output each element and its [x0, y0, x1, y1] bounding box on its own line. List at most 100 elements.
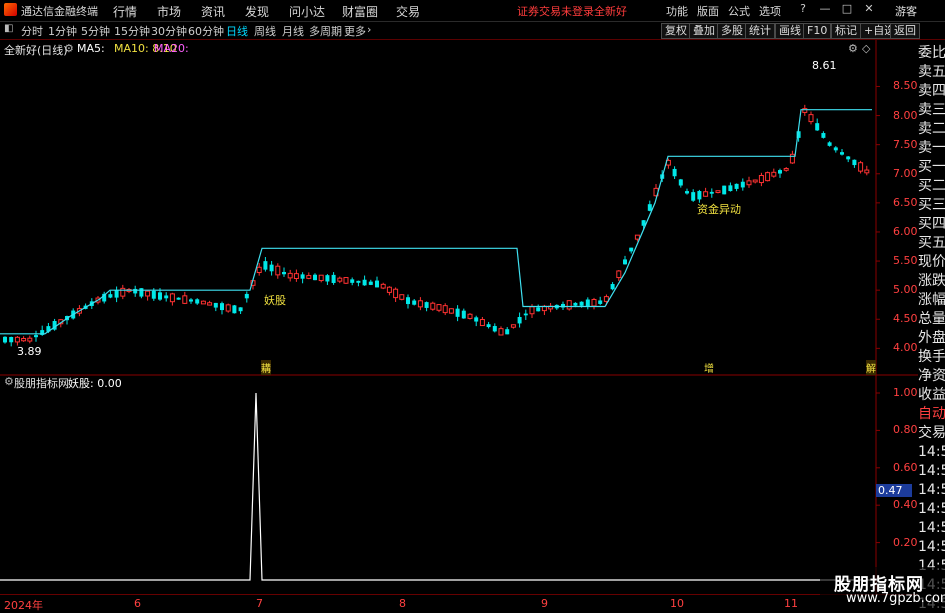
y-tick-main: 4.00: [893, 341, 918, 355]
current-value-badge: 0.47: [876, 484, 912, 497]
y-tick-main: 5.00: [893, 283, 918, 297]
chart-title: 全新好(日线): [4, 44, 68, 57]
maximize-icon[interactable]: □: [840, 2, 854, 16]
marker-jie[interactable]: 解: [866, 360, 876, 375]
quote-field-1: 卖五: [918, 64, 945, 80]
back-button[interactable]: 返回: [890, 23, 920, 39]
period-1min[interactable]: 1分钟: [48, 23, 77, 39]
period-5min[interactable]: 5分钟: [81, 23, 110, 39]
biaoji-button[interactable]: 标记: [831, 23, 861, 39]
app-name: 通达信金融终端: [21, 5, 98, 18]
menu-shichang[interactable]: 市场: [157, 3, 181, 20]
indicator-title: 股朋指标网: [14, 377, 69, 390]
quote-field-25: 14:56: [918, 520, 945, 536]
quote-field-23: 14:56: [918, 482, 945, 498]
yaogu-indicator-line: [0, 392, 876, 581]
sub-grid: [876, 392, 880, 544]
low-price-label: 3.89: [17, 345, 42, 358]
duogu-button[interactable]: 多股: [717, 23, 747, 39]
menu-banmian[interactable]: 版面: [697, 3, 719, 19]
chart-settings-icon[interactable]: ⚙: [848, 42, 858, 55]
main-grid: [876, 85, 880, 349]
quote-field-19[interactable]: 自动: [918, 405, 945, 423]
title-bar: 通达信金融终端 行情 市场 资讯 发现 问小达 财富圈 交易 证券交易未登录 全…: [0, 0, 945, 22]
period-weekly[interactable]: 周线: [254, 23, 276, 39]
app-logo-icon: [4, 3, 17, 16]
quote-field-5: 卖一: [918, 140, 945, 156]
fuquan-button[interactable]: 复权: [661, 23, 691, 39]
quote-field-16: 换手: [918, 349, 945, 365]
minimize-icon[interactable]: —: [818, 2, 832, 16]
kline-svg[interactable]: [0, 40, 918, 376]
f10-button[interactable]: F10: [803, 23, 832, 39]
menu-jiaoyi[interactable]: 交易: [396, 3, 420, 20]
quote-field-7: 买二: [918, 178, 945, 194]
y-tick-sub: 0.60: [893, 460, 918, 474]
ma20-label: MA20:: [154, 42, 189, 55]
menu-caifuquan[interactable]: 财富圈: [342, 3, 378, 20]
period-more[interactable]: 更多: [344, 23, 366, 39]
indicator-gear-icon[interactable]: ⚙: [4, 375, 14, 388]
quote-field-24: 14:56: [918, 501, 945, 517]
candlesticks[interactable]: [3, 104, 870, 347]
y-tick-main: 7.00: [893, 166, 918, 180]
indicator-chart[interactable]: ⚙ 股朋指标网 妖股: 0.00 0.47 1.00 0.80 0.60 0.40 0.…: [0, 375, 918, 594]
marker-zeng[interactable]: 增: [704, 360, 714, 375]
yaogu-annotation: 妖股: [264, 294, 286, 307]
quote-field-13: 涨幅: [918, 292, 945, 308]
current-stock-name: 全新好: [594, 5, 627, 18]
period-60min[interactable]: 60分钟: [188, 23, 224, 39]
menu-hangqing[interactable]: 行情: [113, 3, 137, 20]
menu-wenxiaoda[interactable]: 问小达: [289, 3, 325, 20]
quote-field-6: 买一: [918, 159, 945, 175]
menu-gongneng[interactable]: 功能: [666, 3, 688, 19]
date-label-8: 8: [399, 597, 406, 610]
y-tick-main: 6.50: [893, 195, 918, 209]
y-tick-sub: 0.80: [893, 423, 918, 437]
guest-user[interactable]: 游客: [895, 3, 917, 19]
quote-panel: 委比 卖五 卖四 卖三 卖二 卖一 买一 买二 买三 买四 买五 现价 涨跌 涨幅 总量 外盘 换手 净资 收益 自动…: [918, 40, 945, 612]
tongji-button[interactable]: 统计: [745, 23, 775, 39]
period-multi[interactable]: 多周期: [309, 23, 342, 39]
marker-jiang[interactable]: 耩: [261, 360, 271, 375]
diejia-button[interactable]: 叠加: [689, 23, 719, 39]
watermark-line2: www.7gpzb.com: [846, 591, 945, 606]
quote-field-20[interactable]: 交易: [918, 424, 945, 442]
quote-field-9: 买四: [918, 216, 945, 232]
quote-field-10: 买五: [918, 235, 945, 251]
quote-field-8: 买三: [918, 197, 945, 213]
period-fenshi[interactable]: 分时: [21, 23, 43, 39]
chart-collapse-icon[interactable]: ◇: [862, 42, 870, 55]
menu-gongshi[interactable]: 公式: [728, 3, 750, 19]
period-30min[interactable]: 30分钟: [151, 23, 187, 39]
quote-field-26: 14:56: [918, 539, 945, 555]
chevron-right-icon[interactable]: ›: [367, 23, 371, 36]
quote-field-4: 卖二: [918, 121, 945, 137]
menu-xuanxiang[interactable]: 选项: [759, 3, 781, 19]
high-price-label: 8.61: [812, 59, 837, 72]
kline-chart[interactable]: 全新好(日线) ⚙ MA5: MA10: 8.10 MA20: ⚙ ◇ 8.61…: [0, 40, 918, 376]
menu-faxian[interactable]: 发现: [245, 3, 269, 20]
y-tick-main: 7.50: [893, 137, 918, 151]
quote-field-17: 净资: [918, 368, 945, 384]
close-icon[interactable]: ✕: [862, 2, 876, 16]
indicator-svg[interactable]: [0, 376, 918, 594]
y-tick-main: 6.00: [893, 224, 918, 238]
help-icon[interactable]: ?: [796, 2, 810, 16]
period-daily[interactable]: 日线: [226, 23, 248, 39]
huaxian-button[interactable]: 画线: [775, 23, 805, 39]
settings-gear-icon[interactable]: ⚙: [64, 42, 74, 55]
menu-zixun[interactable]: 资讯: [201, 3, 225, 20]
period-monthly[interactable]: 月线: [282, 23, 304, 39]
period-toolbar: ◧ 分时 1分钟 5分钟 15分钟 30分钟 60分钟 日线 周线 月线 多周期…: [0, 22, 945, 40]
login-status[interactable]: 证券交易未登录: [517, 3, 594, 19]
quote-field-11: 现价: [918, 254, 945, 270]
period-15min[interactable]: 15分钟: [114, 23, 150, 39]
ma5-label: MA5:: [77, 42, 105, 55]
quote-field-0: 委比: [918, 45, 945, 61]
y-tick-sub: 1.00: [893, 386, 918, 399]
quote-field-14: 总量: [918, 311, 945, 327]
capital-anomaly-annotation: 资金异动: [697, 203, 741, 216]
y-tick-sub: 0.40: [893, 498, 918, 512]
quote-field-2: 卖四: [918, 83, 945, 99]
